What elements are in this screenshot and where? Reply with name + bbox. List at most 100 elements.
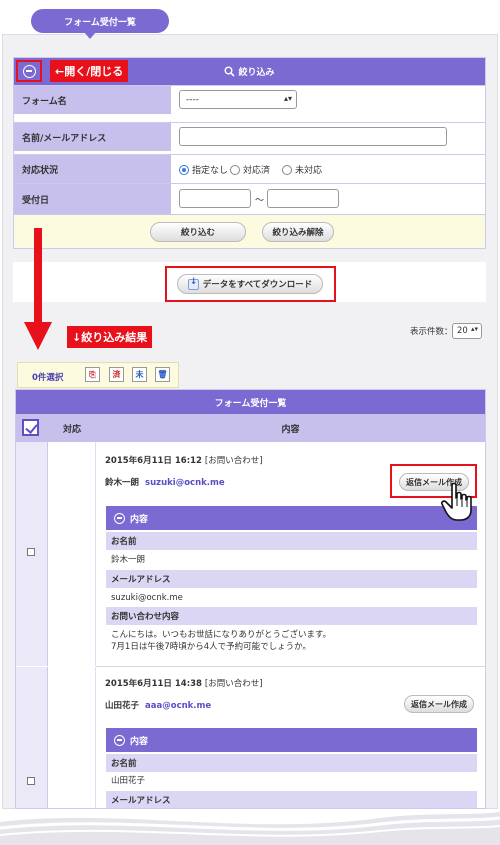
copy-icon[interactable]: ⎘: [85, 367, 100, 382]
date-label: 受付日: [14, 184, 171, 214]
entry-1-sender: 鈴木一朗 suzuki@ocnk.me: [105, 476, 225, 488]
download-all-button[interactable]: データをすべてダウンロード: [177, 274, 323, 294]
entry-1-datetime: 2015年6月11日 16:12 [お問い合わせ]: [105, 454, 263, 466]
entry-2-detail: 内容 お名前 山田花子 メールアドレス: [106, 728, 477, 808]
entry-2-name-value: 山田花子: [111, 776, 146, 786]
filter-row-name-email: 名前/メールアドレス: [14, 122, 485, 151]
done-icon-glyph: 済: [112, 370, 121, 379]
form-name-select[interactable]: ---- ▴▾: [179, 90, 297, 109]
column-status: 対応: [62, 424, 81, 435]
filter-panel: 絞り込み フォーム名 ---- ▴▾ 名前/メールアドレス 対応状況 指定なし …: [13, 57, 486, 249]
status-option-none-label: 指定なし: [192, 166, 229, 176]
entry-1-datetime-text: 2015年6月11日 16:12: [105, 456, 202, 466]
pending-icon[interactable]: 未: [132, 367, 147, 382]
filter-row-form-name: フォーム名 ---- ▴▾: [14, 85, 485, 114]
minus-circle-icon: [114, 512, 125, 524]
status-radio-none[interactable]: 指定なし: [179, 163, 228, 176]
toggle-annotation: ←開く/閉じる: [50, 60, 129, 82]
filter-title-text: 絞り込み: [238, 68, 275, 78]
column-header-row: 対応 内容: [16, 414, 485, 442]
status-cell: 指定なし 対応済 未対応: [171, 155, 485, 183]
select-arrows-icon: ▴▾: [470, 325, 478, 333]
down-arrow-head: [24, 322, 52, 350]
date-separator: 〜: [255, 196, 265, 206]
column-content: 内容: [281, 424, 300, 435]
results-annotation: ↓絞り込み結果: [67, 326, 153, 348]
download-icon: [187, 277, 199, 290]
bulk-action-toolbar: 0件選択 ⎘ 済 未 🗑: [17, 362, 179, 388]
entry-1-checkbox-cell: [16, 442, 48, 666]
form-name-cell: ---- ▴▾: [171, 86, 485, 114]
status-option-pending-label: 未対応: [295, 166, 323, 176]
entry-1-status-cell: [48, 442, 96, 666]
entry-2-datetime: 2015年6月11日 14:38 [お問い合わせ]: [105, 677, 263, 689]
filter-row-date: 受付日 〜: [14, 183, 485, 214]
date-from-input[interactable]: [179, 189, 251, 208]
filter-row-status: 対応状況 指定なし 対応済 未対応: [14, 154, 485, 183]
date-to-input[interactable]: [267, 189, 339, 208]
entry-1-name: 鈴木一朗: [105, 478, 140, 488]
form-name-select-value: ----: [186, 94, 199, 105]
select-arrows-icon: ▴▾: [283, 94, 292, 103]
entry-2-name: 山田花子: [105, 701, 140, 711]
entry-2-detail-title: 内容: [130, 736, 149, 747]
minus-circle-icon: [114, 734, 125, 746]
select-all-checkbox[interactable]: [22, 419, 39, 436]
entry-2-detail-header[interactable]: 内容: [106, 728, 477, 752]
entry-2-form-tag: [お問い合わせ]: [204, 679, 263, 689]
title-tab-tail: [84, 32, 96, 39]
decorative-wave: [0, 812, 500, 845]
entry-1-detail-title: 内容: [130, 514, 149, 525]
copy-icon-glyph: ⎘: [89, 369, 96, 379]
entry-1-form-tag: [お問い合わせ]: [204, 456, 263, 466]
radio-icon: [230, 164, 240, 175]
download-button-label: データをすべてダウンロード: [202, 280, 313, 290]
entry-1-email-label: メールアドレス: [106, 570, 477, 588]
entry-1-inquiry-line-2: 7月1日は午後7時頃から4人で予約可能でしょうか。: [111, 642, 311, 652]
done-icon[interactable]: 済: [109, 367, 124, 382]
status-label: 対応状況: [14, 155, 171, 183]
entry-2-datetime-text: 2015年6月11日 14:38: [105, 679, 202, 689]
entry-1-detail-header[interactable]: 内容: [106, 506, 477, 530]
per-page-label: 表示件数：: [410, 327, 453, 337]
entry-2-reply-button[interactable]: 返信メール作成: [404, 695, 474, 713]
selected-count: 0件選択: [32, 373, 64, 383]
entry-1-inquiry-value: こんにちは。いつもお世話になりありがとうございます。 7月1日は午後7時頃から4…: [106, 629, 477, 653]
entry-1-inquiry-line-1: こんにちは。いつもお世話になりありがとうございます。: [111, 630, 332, 640]
submission-list: フォーム受付一覧 対応 内容 2015年6月11日 16:12 [お問い合わせ]…: [15, 389, 486, 809]
status-radio-done[interactable]: 対応済: [230, 163, 270, 176]
name-email-cell: [171, 123, 485, 151]
entry-1-detail: 内容 お名前 鈴木一朗 メールアドレス suzuki@ocnk.me お問い合わ…: [106, 506, 477, 656]
entry-1-inquiry-label: お問い合わせ内容: [106, 607, 477, 625]
radio-icon: [282, 164, 292, 175]
trash-icon-glyph: 🗑: [157, 370, 168, 379]
page-title-text: フォーム受付一覧: [64, 17, 136, 28]
status-radio-pending[interactable]: 未対応: [282, 163, 322, 176]
name-email-input[interactable]: [179, 127, 447, 146]
entry-2-checkbox[interactable]: [27, 777, 35, 785]
entry-2-sender: 山田花子 aaa@ocnk.me: [105, 699, 211, 711]
pending-icon-glyph: 未: [135, 370, 144, 379]
down-arrow-shaft: [34, 228, 42, 323]
radio-selected-icon: [179, 164, 189, 175]
pointer-hand-icon: [441, 482, 472, 521]
entry-divider: [96, 666, 485, 667]
entry-1-name-value: 鈴木一朗: [111, 555, 146, 565]
trash-icon[interactable]: 🗑: [155, 367, 170, 382]
per-page-value: 20: [457, 326, 468, 336]
entry-2-name-label: お名前: [106, 754, 477, 772]
date-cell: 〜: [171, 184, 485, 214]
entry-2-email: aaa@ocnk.me: [145, 701, 212, 711]
name-email-label: 名前/メールアドレス: [14, 123, 171, 151]
apply-filter-button[interactable]: 絞り込む: [150, 222, 246, 242]
entry-2-status-cell: [48, 667, 96, 808]
clear-filter-button[interactable]: 絞り込み解除: [262, 222, 334, 242]
form-name-label: フォーム名: [14, 86, 171, 114]
entry-1-checkbox[interactable]: [27, 548, 35, 556]
per-page-select[interactable]: 20 ▴▾: [452, 323, 482, 339]
filter-buttons-row: 絞り込む 絞り込み解除: [14, 214, 485, 248]
page-title: フォーム受付一覧: [31, 9, 169, 39]
entry-1-name-label: お名前: [106, 532, 477, 550]
entry-2-checkbox-cell: [16, 667, 48, 808]
entry-1-email-value: suzuki@ocnk.me: [111, 593, 183, 603]
